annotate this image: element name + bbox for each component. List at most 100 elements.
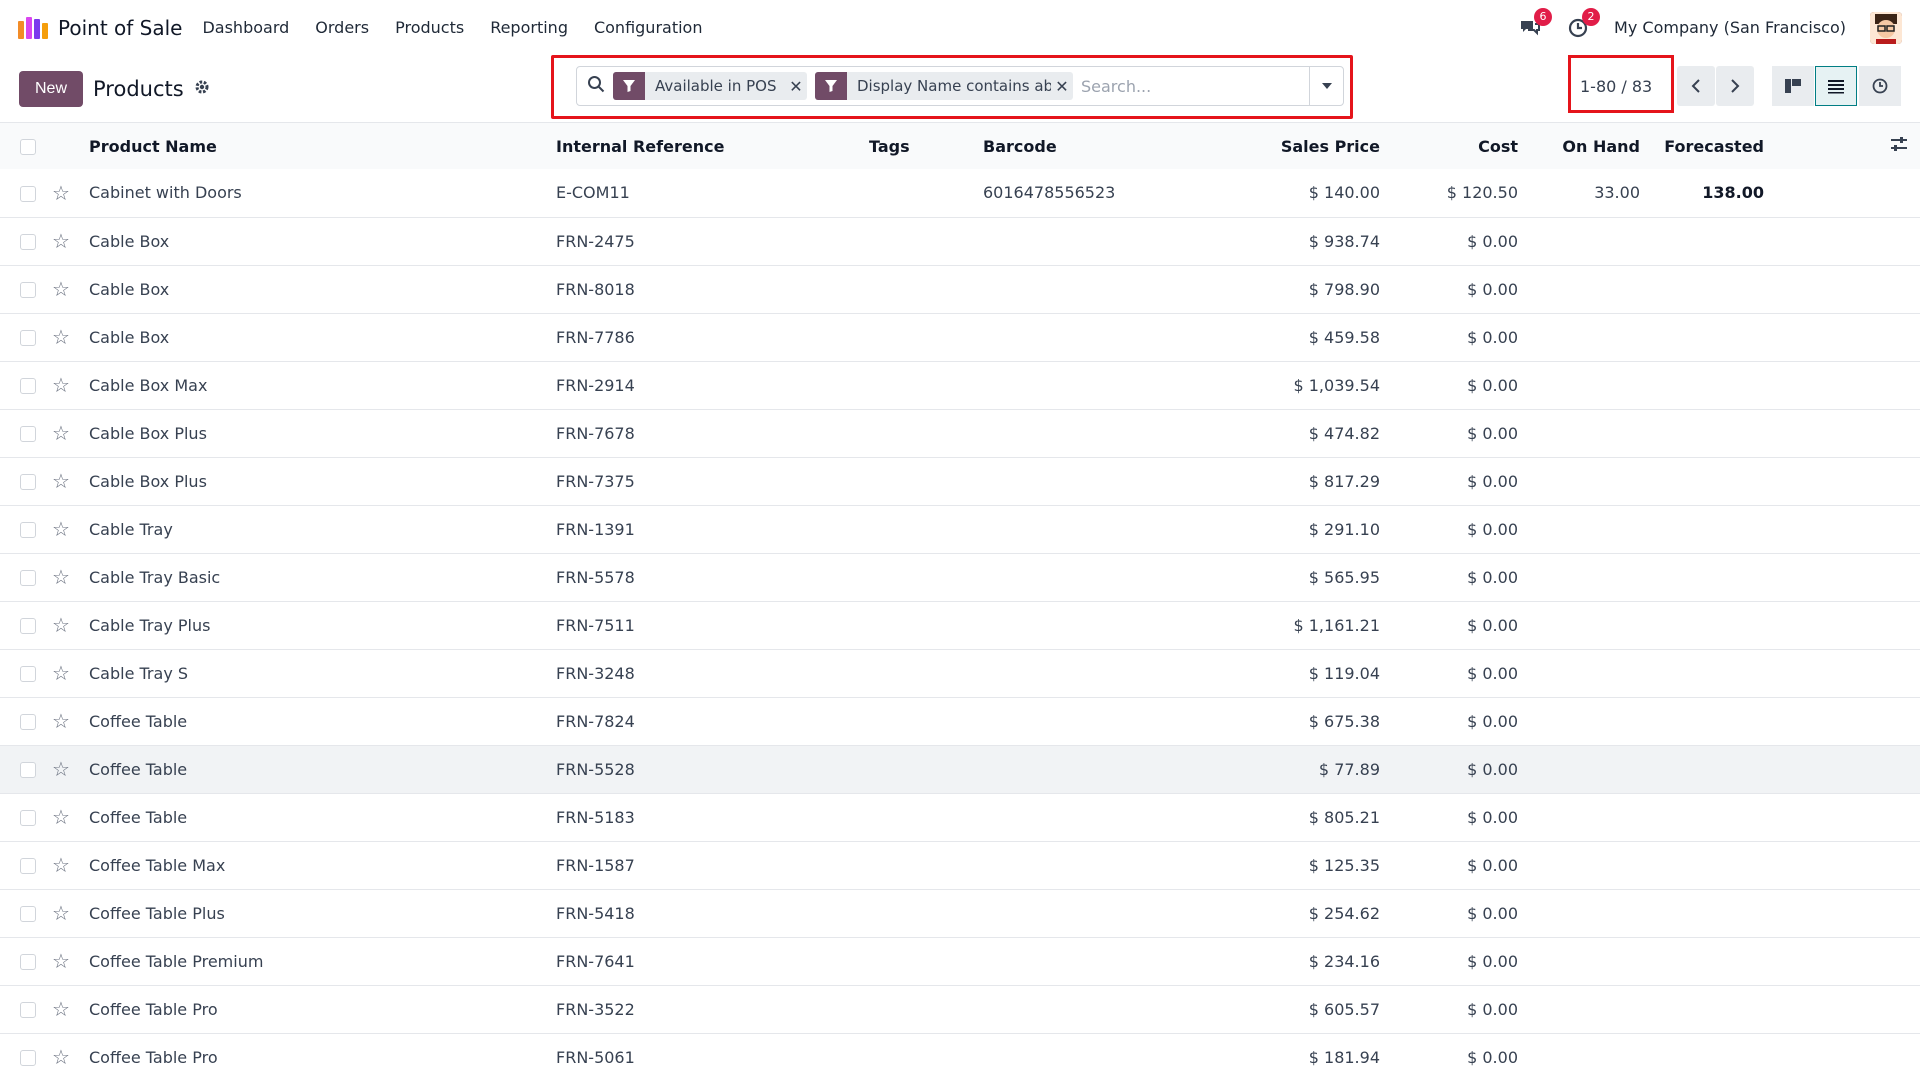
row-checkbox[interactable] — [20, 330, 36, 346]
row-checkbox[interactable] — [20, 474, 36, 490]
star-icon[interactable]: ☆ — [52, 229, 70, 253]
cell-on-hand — [1518, 217, 1640, 265]
star-icon[interactable]: ☆ — [52, 757, 70, 781]
activity-view-button[interactable] — [1859, 66, 1901, 106]
star-icon[interactable]: ☆ — [52, 853, 70, 877]
menu-item-orders[interactable]: Orders — [315, 18, 369, 37]
cell-cost: $ 0.00 — [1467, 855, 1518, 875]
pager-value[interactable]: 1-80 / 83 — [1580, 77, 1652, 96]
kanban-icon — [1785, 79, 1801, 93]
row-checkbox[interactable] — [20, 426, 36, 442]
menu-item-reporting[interactable]: Reporting — [490, 18, 568, 37]
row-checkbox[interactable] — [20, 1050, 36, 1066]
column-header-cost[interactable]: Cost — [1380, 123, 1518, 169]
pager-next-button[interactable] — [1716, 66, 1754, 106]
table-row[interactable]: ☆ Coffee Table FRN-7824 $ 675.38 $ 0.00 — [0, 697, 1920, 745]
cell-internal-reference: FRN-5183 — [556, 807, 635, 827]
table-row[interactable]: ☆ Coffee Table Pro FRN-5061 $ 181.94 $ 0.00 — [0, 1033, 1920, 1080]
row-checkbox[interactable] — [20, 858, 36, 874]
search-bar[interactable]: Available in POS ✕ Display Name contains… — [576, 66, 1344, 106]
menu-item-dashboard[interactable]: Dashboard — [202, 18, 289, 37]
messages-button[interactable]: 6 — [1518, 7, 1553, 40]
menu-item-configuration[interactable]: Configuration — [594, 18, 703, 37]
table-row[interactable]: ☆ Cabinet with Doors E-COM11 6016478556523 $… — [0, 169, 1920, 217]
table-row[interactable]: ☆ Cable Box FRN-2475 $ 938.74 $ 0.00 — [0, 217, 1920, 265]
cell-barcode — [983, 649, 1223, 697]
row-checkbox[interactable] — [20, 954, 36, 970]
table-row[interactable]: ☆ Cable Box Max FRN-2914 $ 1,039.54 $ 0.00 — [0, 361, 1920, 409]
column-header-barcode[interactable]: Barcode — [983, 123, 1223, 169]
cell-cost: $ 0.00 — [1467, 1047, 1518, 1067]
remove-facet-icon[interactable]: ✕ — [1051, 72, 1073, 100]
table-row[interactable]: ☆ Coffee Table Pro FRN-3522 $ 605.57 $ 0.00 — [0, 985, 1920, 1033]
activities-button[interactable]: 2 — [1566, 7, 1601, 40]
select-all-checkbox[interactable] — [20, 139, 36, 155]
star-icon[interactable]: ☆ — [52, 805, 70, 829]
company-switcher[interactable]: My Company (San Francisco) — [1614, 18, 1846, 37]
table-row[interactable]: ☆ Cable Tray S FRN-3248 $ 119.04 $ 0.00 — [0, 649, 1920, 697]
remove-facet-icon[interactable]: ✕ — [785, 72, 807, 100]
row-checkbox[interactable] — [20, 810, 36, 826]
row-checkbox[interactable] — [20, 906, 36, 922]
row-checkbox[interactable] — [20, 618, 36, 634]
table-row[interactable]: ☆ Cable Box FRN-7786 $ 459.58 $ 0.00 — [0, 313, 1920, 361]
cell-cost: $ 0.00 — [1467, 759, 1518, 779]
star-icon[interactable]: ☆ — [52, 613, 70, 637]
star-icon[interactable]: ☆ — [52, 373, 70, 397]
star-icon[interactable]: ☆ — [52, 709, 70, 733]
cell-forecasted — [1640, 217, 1764, 265]
star-icon[interactable]: ☆ — [52, 277, 70, 301]
star-icon[interactable]: ☆ — [52, 661, 70, 685]
star-icon[interactable]: ☆ — [52, 997, 70, 1021]
column-header-sales-price[interactable]: Sales Price — [1223, 123, 1380, 169]
table-row[interactable]: ☆ Coffee Table Plus FRN-5418 $ 254.62 $ 0.00 — [0, 889, 1920, 937]
table-row[interactable]: ☆ Cable Box Plus FRN-7375 $ 817.29 $ 0.00 — [0, 457, 1920, 505]
app-brand[interactable]: Point of Sale — [18, 16, 182, 40]
optional-columns-toggle[interactable] — [1890, 137, 1908, 156]
row-checkbox[interactable] — [20, 1002, 36, 1018]
table-row[interactable]: ☆ Cable Tray Basic FRN-5578 $ 565.95 $ 0.00 — [0, 553, 1920, 601]
star-icon[interactable]: ☆ — [52, 901, 70, 925]
star-icon[interactable]: ☆ — [52, 421, 70, 445]
menu-item-products[interactable]: Products — [395, 18, 464, 37]
table-row[interactable]: ☆ Cable Box FRN-8018 $ 798.90 $ 0.00 — [0, 265, 1920, 313]
star-icon[interactable]: ☆ — [52, 181, 70, 205]
table-row[interactable]: ☆ Cable Tray Plus FRN-7511 $ 1,161.21 $ 0.00 — [0, 601, 1920, 649]
star-icon[interactable]: ☆ — [52, 565, 70, 589]
search-options-toggle[interactable] — [1309, 67, 1343, 105]
column-header-forecasted[interactable]: Forecasted — [1640, 123, 1764, 169]
star-icon[interactable]: ☆ — [52, 517, 70, 541]
row-checkbox[interactable] — [20, 522, 36, 538]
row-checkbox[interactable] — [20, 234, 36, 250]
table-row[interactable]: ☆ Cable Box Plus FRN-7678 $ 474.82 $ 0.00 — [0, 409, 1920, 457]
row-checkbox[interactable] — [20, 282, 36, 298]
table-row[interactable]: ☆ Coffee Table FRN-5528 $ 77.89 $ 0.00 — [0, 745, 1920, 793]
star-icon[interactable]: ☆ — [52, 325, 70, 349]
kanban-view-button[interactable] — [1772, 66, 1814, 106]
table-row[interactable]: ☆ Cable Tray FRN-1391 $ 291.10 $ 0.00 — [0, 505, 1920, 553]
row-checkbox[interactable] — [20, 378, 36, 394]
list-view-button[interactable] — [1815, 66, 1857, 106]
search-input[interactable] — [1073, 67, 1309, 105]
sliders-icon — [1891, 137, 1907, 151]
clock-icon — [1872, 78, 1888, 94]
table-row[interactable]: ☆ Coffee Table Premium FRN-7641 $ 234.16 $ 0… — [0, 937, 1920, 985]
gear-icon[interactable] — [194, 79, 210, 99]
user-avatar[interactable] — [1870, 11, 1902, 44]
column-header-product-name[interactable]: Product Name — [89, 123, 556, 169]
row-checkbox[interactable] — [20, 570, 36, 586]
star-icon[interactable]: ☆ — [52, 949, 70, 973]
row-checkbox[interactable] — [20, 714, 36, 730]
column-header-internal-reference[interactable]: Internal Reference — [556, 123, 869, 169]
column-header-tags[interactable]: Tags — [869, 123, 983, 169]
table-row[interactable]: ☆ Coffee Table FRN-5183 $ 805.21 $ 0.00 — [0, 793, 1920, 841]
row-checkbox[interactable] — [20, 185, 36, 202]
table-row[interactable]: ☆ Coffee Table Max FRN-1587 $ 125.35 $ 0.00 — [0, 841, 1920, 889]
column-header-on-hand[interactable]: On Hand — [1518, 123, 1640, 169]
pager-previous-button[interactable] — [1677, 66, 1715, 106]
new-button[interactable]: New — [19, 70, 84, 107]
star-icon[interactable]: ☆ — [52, 1045, 70, 1069]
row-checkbox[interactable] — [20, 762, 36, 778]
star-icon[interactable]: ☆ — [52, 469, 70, 493]
row-checkbox[interactable] — [20, 666, 36, 682]
